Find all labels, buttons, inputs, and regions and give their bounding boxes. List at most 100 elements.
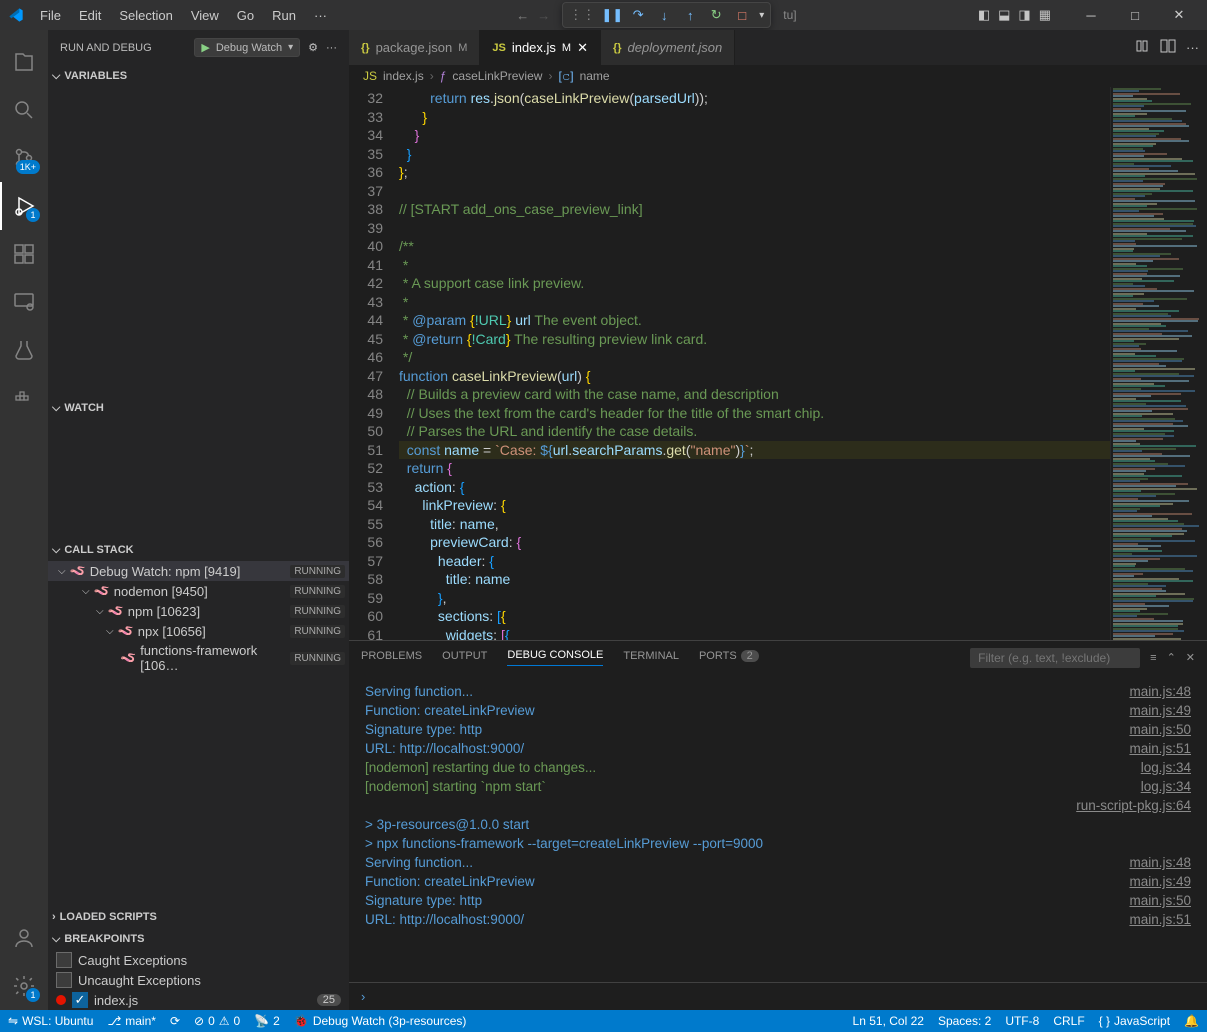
close-tab-icon[interactable]: ✕ xyxy=(577,40,588,56)
activity-search[interactable] xyxy=(0,86,48,134)
status-branch[interactable]: ⎇main* xyxy=(107,1014,156,1028)
more-icon[interactable]: ··· xyxy=(326,42,337,54)
minimize-button[interactable]: ─ xyxy=(1071,1,1111,29)
layout-right-icon[interactable]: ◨ xyxy=(1018,7,1030,23)
debug-config-label: Debug Watch xyxy=(216,42,282,54)
checkbox-checked-icon[interactable]: ✓ xyxy=(72,992,88,1008)
section-callstack[interactable]: ⌵CALL STACK xyxy=(48,539,349,561)
debug-console-output[interactable]: Serving function...main.js:48Function: c… xyxy=(349,674,1207,982)
menubar: File Edit Selection View Go Run ··· xyxy=(32,4,335,27)
nav-back-icon[interactable]: ← xyxy=(516,8,529,23)
bug-icon: 🪱 xyxy=(94,583,110,599)
menu-edit[interactable]: Edit xyxy=(71,4,109,27)
status-language[interactable]: { }JavaScript xyxy=(1099,1014,1170,1028)
console-source-link[interactable]: log.js:34 xyxy=(1141,777,1191,796)
status-eol[interactable]: CRLF xyxy=(1053,1014,1084,1028)
activity-run-debug[interactable]: 1 xyxy=(0,182,48,230)
console-source-link[interactable]: main.js:50 xyxy=(1129,891,1191,910)
status-debug-session[interactable]: 🐞Debug Watch (3p-resources) xyxy=(294,1014,467,1028)
debug-console-input[interactable]: › xyxy=(349,982,1207,1010)
activity-settings[interactable]: 1 xyxy=(0,962,48,1010)
console-line: Signature type: httpmain.js:50 xyxy=(365,720,1191,739)
console-source-link[interactable]: main.js:48 xyxy=(1129,853,1191,872)
close-panel-icon[interactable]: ✕ xyxy=(1186,651,1195,664)
console-source-link[interactable]: main.js:51 xyxy=(1129,739,1191,758)
callstack-item[interactable]: 🪱functions-framework [106…RUNNING xyxy=(48,641,349,675)
console-source-link[interactable]: main.js:49 xyxy=(1129,701,1191,720)
collapse-panel-icon[interactable]: ⌃ xyxy=(1167,651,1176,664)
breadcrumb[interactable]: JS index.js› ƒcaseLinkPreview› [𝚌]name xyxy=(349,65,1207,87)
console-source-link[interactable]: main.js:51 xyxy=(1129,910,1191,929)
editor-tab[interactable]: {}deployment.json xyxy=(601,30,735,65)
step-over-icon[interactable]: ↷ xyxy=(629,6,647,24)
stop-icon[interactable]: □ xyxy=(733,6,751,24)
layout-bottom-icon[interactable]: ⬓ xyxy=(998,7,1010,23)
console-source-link[interactable]: main.js:48 xyxy=(1129,682,1191,701)
section-watch[interactable]: ⌵WATCH xyxy=(48,397,349,419)
status-notifications[interactable]: 🔔 xyxy=(1184,1014,1199,1028)
pause-icon[interactable]: ❚❚ xyxy=(603,6,621,24)
tab-ports[interactable]: PORTS2 xyxy=(699,650,759,666)
compare-icon[interactable] xyxy=(1134,38,1150,57)
activity-docker[interactable] xyxy=(0,374,48,422)
status-sync[interactable]: ⟳ xyxy=(170,1014,180,1028)
debug-config-selector[interactable]: ▶ Debug Watch ▾ xyxy=(194,38,300,57)
activity-remote-explorer[interactable] xyxy=(0,278,48,326)
breakpoint-file-row[interactable]: ✓index.js 25 xyxy=(48,990,349,1010)
close-button[interactable]: ✕ xyxy=(1159,1,1199,29)
menu-view[interactable]: View xyxy=(183,4,227,27)
activity-accounts[interactable] xyxy=(0,914,48,962)
more-actions-icon[interactable]: ··· xyxy=(1186,40,1199,55)
menu-run[interactable]: Run xyxy=(264,4,304,27)
menu-overflow[interactable]: ··· xyxy=(306,4,335,27)
console-source-link[interactable]: log.js:34 xyxy=(1141,758,1191,777)
section-breakpoints[interactable]: ⌵BREAKPOINTS xyxy=(48,928,349,950)
minimap[interactable] xyxy=(1110,87,1207,640)
editor-tab[interactable]: JSindex.jsM✕ xyxy=(480,30,601,65)
callstack-item[interactable]: ⌵🪱Debug Watch: npm [9419]RUNNING xyxy=(48,561,349,581)
console-source-link[interactable]: main.js:50 xyxy=(1129,720,1191,739)
layout-left-icon[interactable]: ◧ xyxy=(978,7,990,23)
status-problems[interactable]: ⊘0 ⚠0 xyxy=(194,1014,240,1028)
status-cursor-pos[interactable]: Ln 51, Col 22 xyxy=(853,1014,924,1028)
callstack-item[interactable]: ⌵🪱npm [10623]RUNNING xyxy=(48,601,349,621)
section-variables[interactable]: ⌵VARIABLES xyxy=(48,65,349,87)
activity-explorer[interactable] xyxy=(0,38,48,86)
status-indent[interactable]: Spaces: 2 xyxy=(938,1014,991,1028)
status-remote[interactable]: ⇋WSL: Ubuntu xyxy=(8,1014,93,1028)
status-ports[interactable]: 📡2 xyxy=(254,1014,280,1028)
console-source-link[interactable]: run-script-pkg.js:64 xyxy=(1076,796,1191,815)
editor-tab[interactable]: {}package.jsonM xyxy=(349,30,480,65)
tab-terminal[interactable]: TERMINAL xyxy=(623,650,679,666)
callstack-item[interactable]: ⌵🪱npx [10656]RUNNING xyxy=(48,621,349,641)
restart-icon[interactable]: ↻ xyxy=(707,6,725,24)
tab-problems[interactable]: PROBLEMS xyxy=(361,650,422,666)
split-editor-icon[interactable] xyxy=(1160,38,1176,57)
debug-dropdown-icon[interactable]: ▾ xyxy=(759,10,764,21)
remote-icon: ⇋ xyxy=(8,1014,18,1028)
activity-source-control[interactable]: 1K+ xyxy=(0,134,48,182)
filter-icon[interactable]: ≡ xyxy=(1150,652,1156,664)
menu-selection[interactable]: Selection xyxy=(111,4,180,27)
drag-handle-icon[interactable]: ⋮⋮ xyxy=(569,7,595,23)
gear-icon[interactable]: ⚙ xyxy=(308,41,318,54)
step-out-icon[interactable]: ↑ xyxy=(681,6,699,24)
menu-file[interactable]: File xyxy=(32,4,69,27)
callstack-item[interactable]: ⌵🪱nodemon [9450]RUNNING xyxy=(48,581,349,601)
code-editor[interactable]: return res.json(caseLinkPreview(parsedUr… xyxy=(399,87,1110,640)
menu-go[interactable]: Go xyxy=(229,4,262,27)
breakpoint-caught[interactable]: Caught Exceptions xyxy=(48,950,349,970)
status-encoding[interactable]: UTF-8 xyxy=(1005,1014,1039,1028)
step-into-icon[interactable]: ↓ xyxy=(655,6,673,24)
activity-testing[interactable] xyxy=(0,326,48,374)
console-source-link[interactable]: main.js:49 xyxy=(1129,872,1191,891)
breakpoint-uncaught[interactable]: Uncaught Exceptions xyxy=(48,970,349,990)
activity-extensions[interactable] xyxy=(0,230,48,278)
tab-output[interactable]: OUTPUT xyxy=(442,650,487,666)
console-filter-input[interactable] xyxy=(970,648,1140,668)
nav-forward-icon[interactable]: → xyxy=(537,8,550,23)
tab-debug-console[interactable]: DEBUG CONSOLE xyxy=(507,649,603,666)
section-loaded-scripts[interactable]: ›LOADED SCRIPTS xyxy=(48,906,349,928)
maximize-button[interactable]: □ xyxy=(1115,1,1155,29)
layout-customize-icon[interactable]: ▦ xyxy=(1039,7,1051,23)
